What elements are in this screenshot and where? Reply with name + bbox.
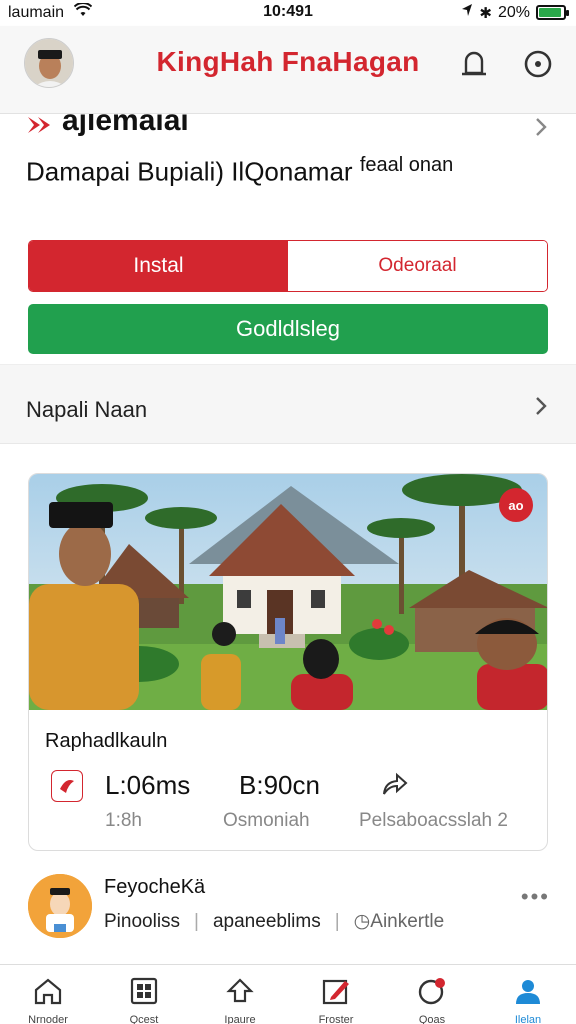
tab-label: Ilelan <box>514 1014 542 1024</box>
post-meta-1: Pinooliss <box>104 910 181 932</box>
post-avatar[interactable] <box>28 874 92 938</box>
location-icon <box>461 3 473 22</box>
clock-icon: ◷ <box>353 911 371 932</box>
bottom-tab-bar: Nrnoder Qcest Ipaure Froster Qoas Ilelan <box>0 964 576 1024</box>
tab-label: Qcest <box>129 1014 159 1024</box>
tab-profile[interactable]: Ilelan <box>480 965 576 1024</box>
brand-heading[interactable]: ajlemaiai <box>26 114 189 142</box>
more-options-icon[interactable]: ••• <box>521 884 550 910</box>
hero-subtitle-text: Damapai Bupiali) IlQonamar <box>26 156 353 187</box>
stat-label-3: Pelsaboacsslah 2 <box>359 810 508 831</box>
profile-icon <box>513 977 543 1010</box>
tab-label: Qoas <box>418 1014 446 1024</box>
battery-icon <box>536 5 569 20</box>
grid-icon <box>129 977 159 1010</box>
fire-icon <box>51 770 83 802</box>
card-photo: ao <box>29 474 547 710</box>
segmented-control: Instal Odeoraal <box>28 240 548 292</box>
tab-notifications[interactable]: Qoas <box>384 965 480 1024</box>
stat-label-1: 1:8h <box>105 810 142 831</box>
bluetooth-icon: ✱ <box>479 4 492 22</box>
chevron-right-icon <box>534 395 548 422</box>
nav-row[interactable]: Napali Naan <box>0 364 576 444</box>
meta-divider: | <box>334 910 340 932</box>
post-row[interactable]: FeyocheKä Pinooliss | apaneeblims | ◷Ain… <box>0 870 576 960</box>
settings-icon[interactable] <box>518 44 558 84</box>
share-icon[interactable] <box>379 770 409 805</box>
post-meta-2: apaneeblims <box>212 910 321 932</box>
stat-label-2: Osmoniah <box>223 810 310 831</box>
explore-icon <box>225 977 255 1010</box>
brand-arrow-icon <box>26 114 54 142</box>
post-meta-3: ◷Ainkertle <box>353 911 445 932</box>
hero-subtitle: Damapai Bupiali) IlQonamar feaal onan <box>26 154 453 188</box>
home-icon <box>33 977 63 1010</box>
notification-icon <box>417 977 447 1010</box>
tab-label: Ipaure <box>224 1014 256 1024</box>
tab-grid[interactable]: Qcest <box>96 965 192 1024</box>
card-title: Raphadlkauln <box>45 730 168 752</box>
tab-label: Nrnoder <box>28 1014 68 1024</box>
hero-subtitle-small: feaal onan <box>359 154 454 176</box>
stat-value-2: B:90cn <box>239 770 320 800</box>
brand-text: ajlemaiai <box>62 114 189 137</box>
post-author: FeyocheKä <box>104 876 206 898</box>
tab-home[interactable]: Nrnoder <box>0 965 96 1024</box>
feature-card[interactable]: ao Raphadlkauln L:06ms 1:8h B:90cn Osmon… <box>28 473 548 851</box>
edit-icon <box>321 977 351 1010</box>
notification-badge: ao <box>499 488 533 522</box>
segment-secondary[interactable]: Odeoraal <box>288 241 547 291</box>
primary-cta-button[interactable]: Godldlsleg <box>28 304 548 354</box>
segment-install[interactable]: Instal <box>29 241 288 291</box>
app-header: KingHah FnaHagan <box>0 26 576 114</box>
battery-percent: 20% <box>497 3 530 21</box>
stat-value-1: L:06ms <box>105 770 191 800</box>
post-meta: Pinooliss | apaneeblims | ◷Ainkertle <box>104 910 444 933</box>
status-bar: laumain 10:491 ✱ 20% <box>0 0 576 26</box>
tab-label: Froster <box>318 1014 354 1024</box>
chevron-right-icon[interactable] <box>534 116 548 143</box>
hero-section: ajlemaiai Damapai Bupiali) IlQonamar fea… <box>0 114 576 364</box>
nav-row-label: Napali Naan <box>26 397 148 422</box>
tab-explore[interactable]: Ipaure <box>192 965 288 1024</box>
bell-icon[interactable] <box>454 44 494 84</box>
tab-edit[interactable]: Froster <box>288 965 384 1024</box>
meta-divider: | <box>194 910 199 932</box>
